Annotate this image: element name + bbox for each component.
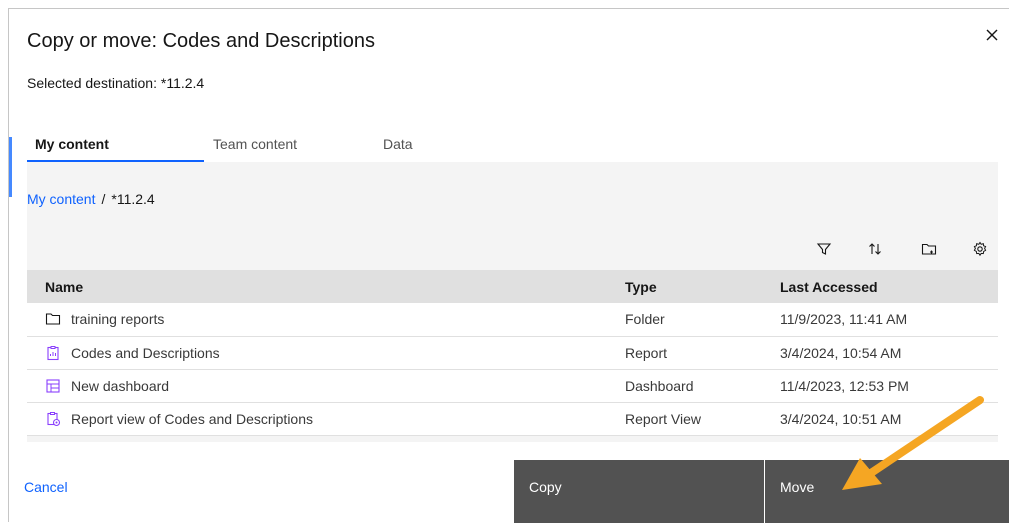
report-view-icon [47, 411, 61, 426]
tab-data[interactable]: Data [383, 129, 483, 162]
annotation-arrow-icon [842, 396, 984, 490]
focus-accent [9, 137, 12, 197]
name-cell: Report view of Codes and Descriptions [27, 402, 625, 435]
tab-list: My content Team content Data [27, 129, 530, 163]
table-row[interactable]: Codes and Descriptions Report 3/4/2024, … [27, 336, 998, 369]
row-name: Report view of Codes and Descriptions [71, 410, 314, 427]
filter-icon[interactable] [816, 241, 832, 257]
column-header-last-accessed[interactable]: Last Accessed [780, 270, 998, 303]
type-cell: Report View [625, 410, 702, 427]
dashboard-icon [46, 378, 60, 393]
cancel-button[interactable]: Cancel [24, 479, 68, 495]
settings-icon[interactable] [972, 241, 988, 257]
row-name: New dashboard [71, 377, 170, 394]
tab-my-content[interactable]: My content [27, 129, 204, 162]
tab-team-content[interactable]: Team content [213, 129, 353, 162]
breadcrumb: My content / *11.2.4 [27, 191, 155, 207]
type-cell: Dashboard [625, 377, 694, 394]
last-accessed-cell: 11/9/2023, 11:41 AM [780, 311, 908, 328]
move-button-label: Move [780, 479, 815, 495]
folder-icon [45, 313, 61, 325]
breadcrumb-root-link[interactable]: My content [27, 191, 95, 207]
breadcrumb-separator: / [101, 191, 106, 207]
name-cell: training reports [27, 303, 625, 336]
last-accessed-cell: 3/4/2024, 10:54 AM [780, 344, 902, 361]
selected-destination: Selected destination: *11.2.4 [27, 75, 205, 91]
type-cell: Folder [625, 311, 665, 328]
table-row[interactable]: training reports Folder 11/9/2023, 11:41… [27, 303, 998, 336]
type-cell: Report [625, 344, 668, 361]
row-name: Codes and Descriptions [71, 344, 220, 361]
breadcrumb-current: *11.2.4 [111, 191, 155, 207]
row-name: training reports [71, 311, 165, 328]
sort-icon[interactable] [867, 241, 883, 257]
table-header-row: Name Type Last Accessed [27, 270, 998, 303]
close-icon[interactable] [983, 26, 1001, 44]
copy-button-label: Copy [529, 479, 562, 495]
copy-button[interactable]: Copy [514, 460, 764, 523]
report-icon [47, 345, 59, 360]
new-folder-icon[interactable] [921, 241, 937, 257]
name-cell: New dashboard [27, 369, 625, 402]
name-cell: Codes and Descriptions [27, 336, 625, 369]
dialog-title: Copy or move: Codes and Descriptions [27, 30, 375, 52]
column-header-name[interactable]: Name [27, 270, 625, 303]
column-header-type[interactable]: Type [625, 270, 780, 303]
